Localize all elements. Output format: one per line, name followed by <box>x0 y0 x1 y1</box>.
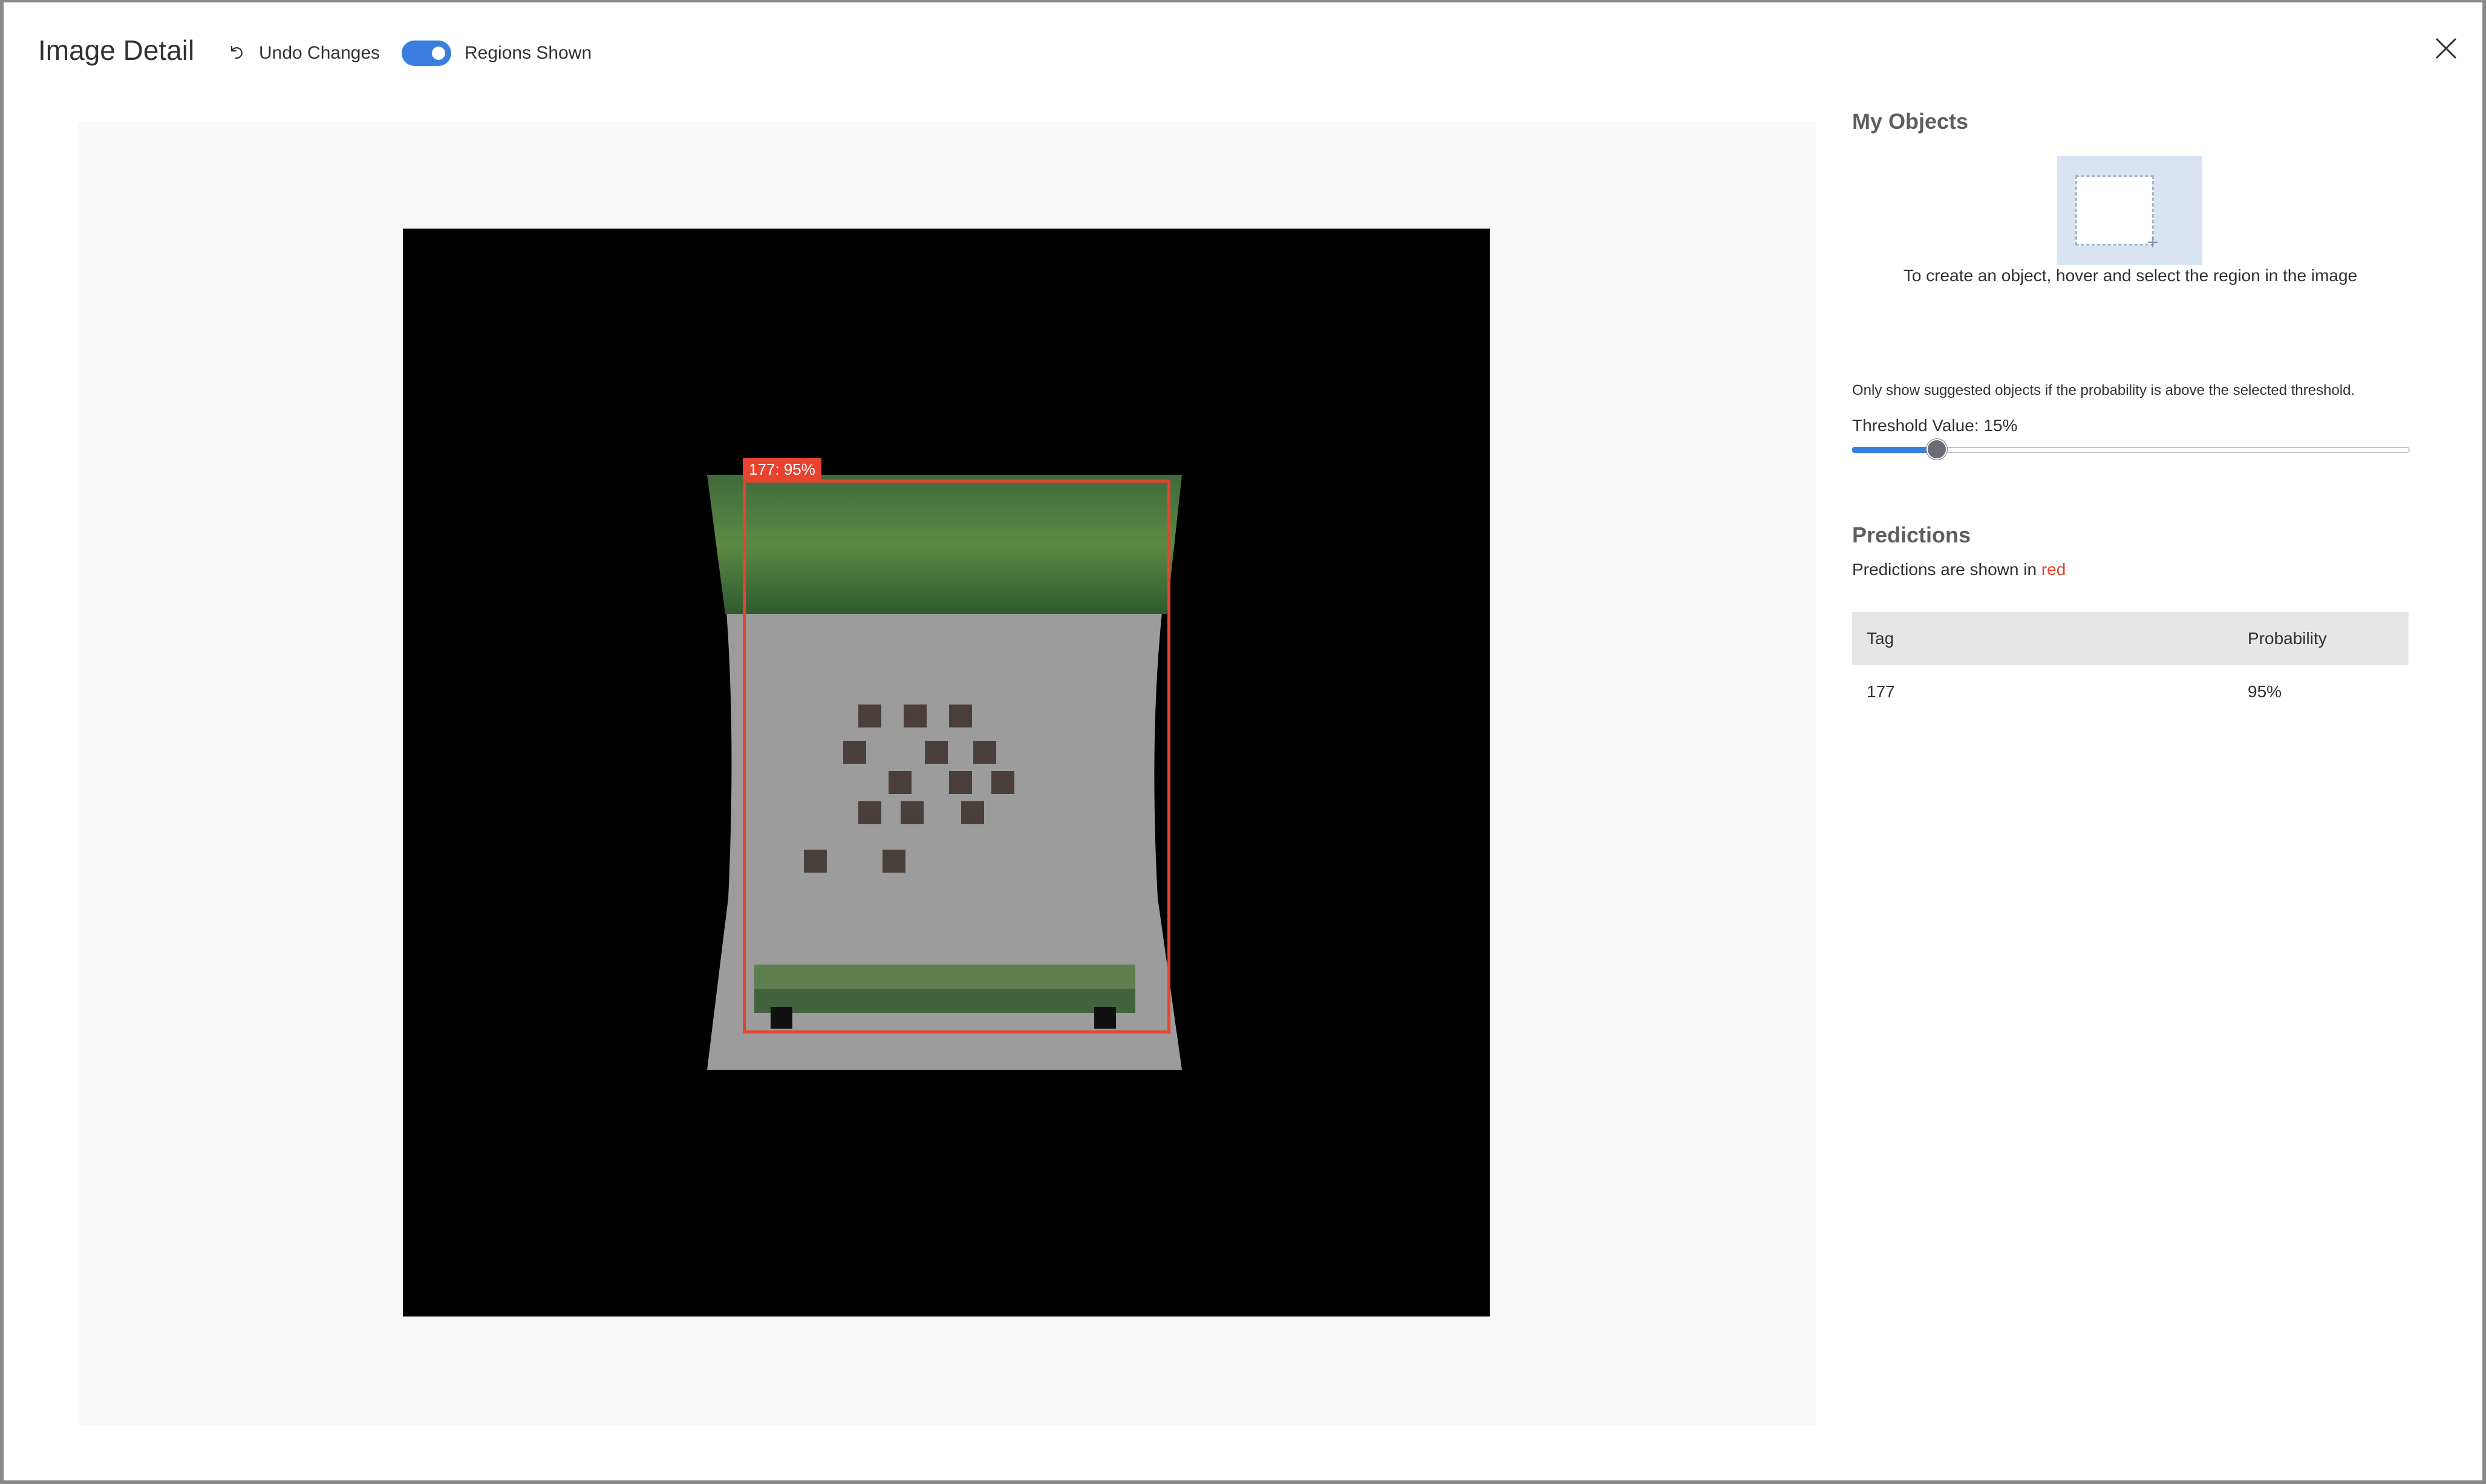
my-objects-title: My Objects <box>1852 109 1969 134</box>
table-row[interactable]: 177 95% <box>1852 665 2409 718</box>
image-canvas-area: 177: 95% <box>78 122 1816 1425</box>
predictions-table: Tag Probability 177 95% <box>1852 612 2409 718</box>
predictions-subtitle-text: Predictions are shown in <box>1852 560 2041 579</box>
column-header-probability[interactable]: Probability <box>2248 629 2409 648</box>
predictions-title: Predictions <box>1852 522 1971 547</box>
predictions-color-word: red <box>2041 560 2066 579</box>
threshold-note: Only show suggested objects if the proba… <box>1852 382 2355 399</box>
predictions-subtitle: Predictions are shown in red <box>1852 560 2066 579</box>
region-create-icon <box>2075 175 2154 246</box>
column-header-tag[interactable]: Tag <box>1852 629 2248 648</box>
close-icon <box>2435 37 2457 59</box>
toggle-knob <box>432 47 445 60</box>
cell-probability: 95% <box>2248 682 2282 701</box>
cell-tag: 177 <box>1867 682 1895 701</box>
create-object-tile[interactable]: + <box>2057 156 2202 265</box>
threshold-slider[interactable] <box>1852 439 2410 460</box>
prediction-region-label: 177: 95% <box>743 458 821 481</box>
regions-shown-label: Regions Shown <box>465 43 592 63</box>
slider-fill <box>1852 447 1936 453</box>
page-title: Image Detail <box>38 34 195 66</box>
plus-icon: + <box>2147 231 2159 254</box>
image-viewport[interactable]: 177: 95% <box>403 229 1490 1316</box>
slider-thumb[interactable] <box>1926 439 1947 460</box>
undo-icon <box>226 42 246 65</box>
table-header: Tag Probability <box>1852 612 2409 665</box>
create-object-hint: To create an object, hover and select th… <box>1903 266 2358 285</box>
undo-changes-label: Undo Changes <box>259 43 380 63</box>
regions-shown-toggle[interactable] <box>402 41 451 66</box>
close-button[interactable] <box>2432 34 2461 63</box>
undo-changes-button[interactable]: Undo Changes <box>226 39 380 68</box>
threshold-label: Threshold Value: 15% <box>1852 416 2018 435</box>
regions-shown-toggle-group: Regions Shown <box>402 39 592 68</box>
prediction-region-box[interactable] <box>743 480 1170 1033</box>
